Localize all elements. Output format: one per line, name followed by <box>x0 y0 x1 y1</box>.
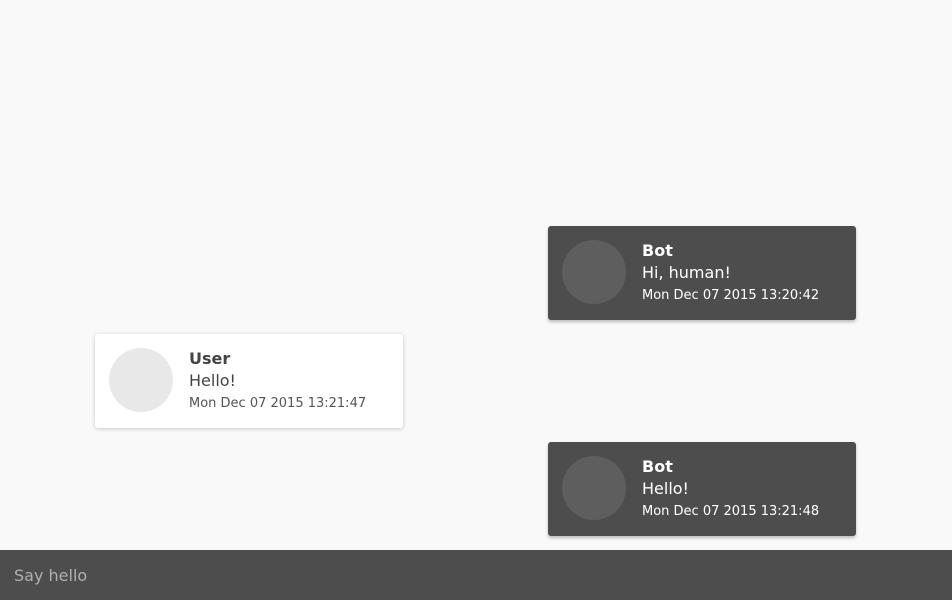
message-timestamp: Mon Dec 07 2015 13:21:48 <box>642 504 820 519</box>
message-sender: User <box>189 349 231 368</box>
user-message: User Hello! Mon Dec 07 2015 13:21:47 <box>95 334 403 428</box>
chat-message-list: Bot Hi, human! Mon Dec 07 2015 13:20:42 … <box>0 0 952 550</box>
bot-message: Bot Hello! Mon Dec 07 2015 13:21:48 <box>548 442 856 536</box>
message-text: Hello! <box>642 479 689 498</box>
bot-message: Bot Hi, human! Mon Dec 07 2015 13:20:42 <box>548 226 856 320</box>
message-timestamp: Mon Dec 07 2015 13:20:42 <box>642 288 820 303</box>
user-avatar <box>109 348 173 412</box>
message-input[interactable] <box>0 550 952 600</box>
message-timestamp: Mon Dec 07 2015 13:21:47 <box>189 396 367 411</box>
bot-avatar <box>562 456 626 520</box>
message-sender: Bot <box>642 241 673 260</box>
message-text: Hi, human! <box>642 263 731 282</box>
bot-avatar <box>562 240 626 304</box>
message-input-bar <box>0 550 952 600</box>
message-text: Hello! <box>189 371 236 390</box>
message-sender: Bot <box>642 457 673 476</box>
